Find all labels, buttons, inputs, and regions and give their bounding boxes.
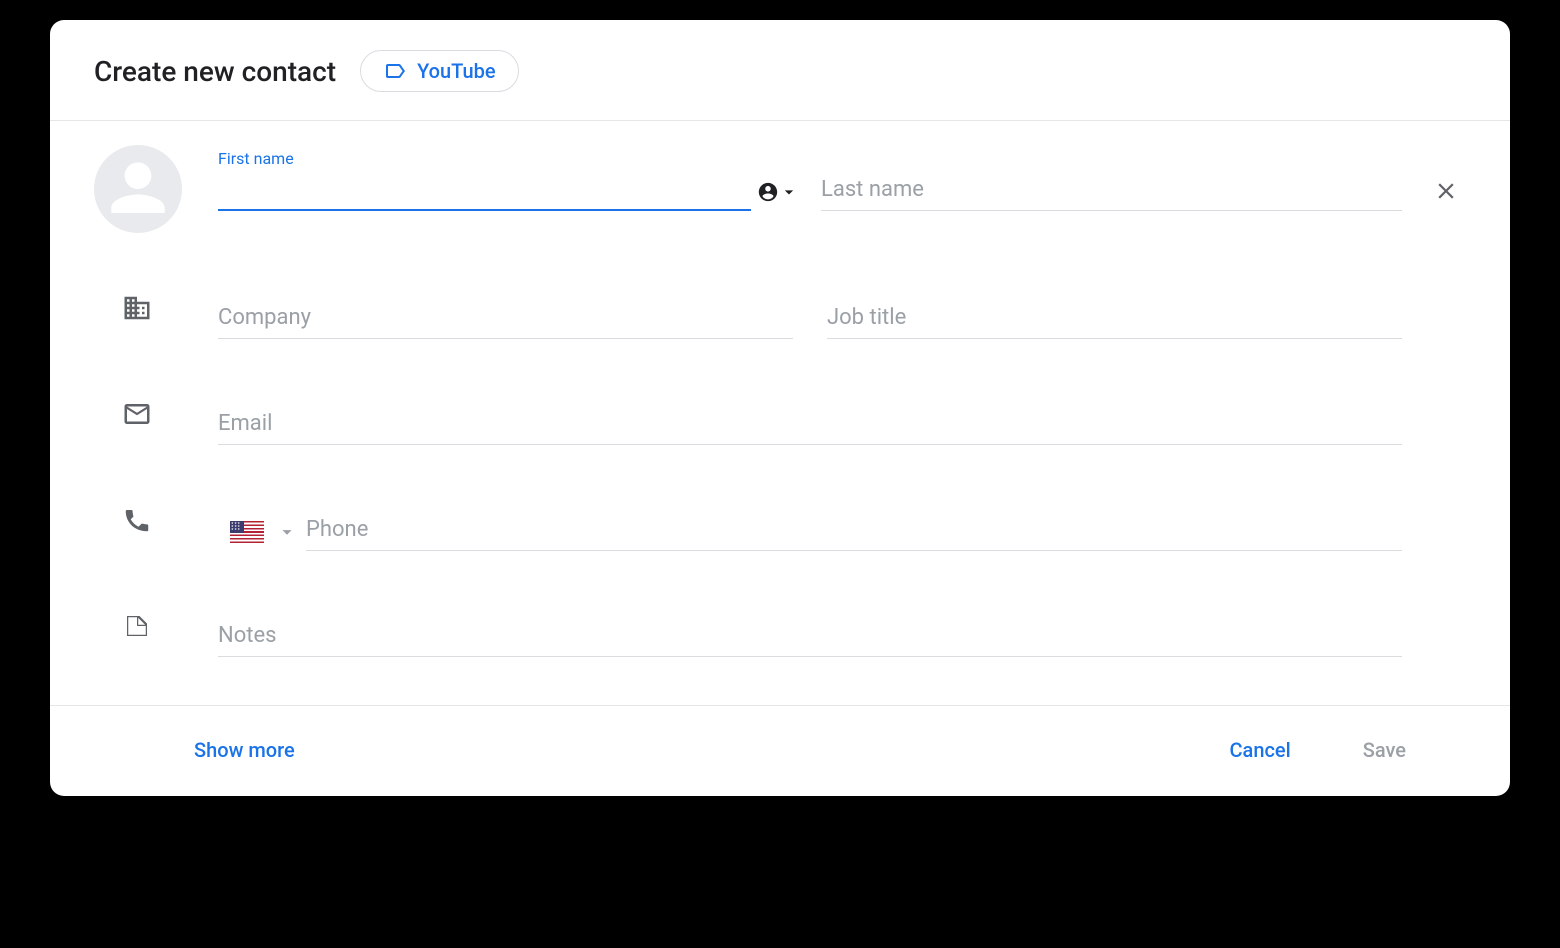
phone-icon-cell [94, 505, 194, 535]
label-chip-text: YouTube [417, 59, 496, 83]
dropdown-icon [276, 521, 298, 543]
avatar-cell [94, 149, 194, 233]
person-icon [106, 157, 170, 221]
job-title-input[interactable] [827, 299, 1402, 339]
avatar-button[interactable] [94, 145, 182, 233]
us-flag-icon: ★★★★★★★★★ [230, 521, 264, 543]
save-button[interactable]: Save [1351, 730, 1418, 770]
notes-input[interactable] [218, 617, 1402, 657]
clear-name-button[interactable] [1428, 173, 1464, 209]
label-chip[interactable]: YouTube [360, 50, 519, 92]
person-circle-icon [757, 181, 779, 203]
name-row: First name [94, 149, 1466, 233]
email-icon-cell [94, 399, 194, 429]
email-field-wrap [218, 405, 1402, 445]
dialog-header: Create new contact YouTube [50, 20, 1510, 121]
first-name-field-wrap: First name [218, 171, 751, 211]
phone-icon [122, 505, 152, 535]
note-icon [122, 611, 152, 641]
country-select[interactable]: ★★★★★★★★★ [218, 521, 306, 551]
first-name-label: First name [218, 149, 294, 168]
last-name-field-wrap [821, 171, 1402, 211]
notes-field-wrap [218, 617, 1402, 657]
dialog-body: First name [50, 121, 1510, 705]
create-contact-dialog: Create new contact YouTube First name [50, 20, 1510, 796]
email-icon [122, 399, 152, 429]
last-name-input[interactable] [821, 171, 1402, 211]
job-title-field-wrap [827, 299, 1402, 339]
company-icon-cell [94, 293, 194, 323]
dialog-footer: Show more Cancel Save [50, 705, 1510, 796]
company-field-wrap [218, 299, 793, 339]
label-icon [383, 59, 407, 83]
close-icon [1433, 178, 1459, 204]
phone-input[interactable] [306, 511, 1402, 551]
company-row [94, 277, 1466, 339]
dialog-title: Create new contact [94, 55, 336, 88]
email-row [94, 383, 1466, 445]
notes-row [94, 595, 1466, 657]
name-expand-button[interactable] [757, 181, 799, 211]
building-icon [122, 293, 152, 323]
company-input[interactable] [218, 299, 793, 339]
phone-field-wrap [306, 511, 1402, 551]
first-name-input[interactable] [218, 171, 751, 211]
notes-icon-cell [94, 611, 194, 641]
phone-row: ★★★★★★★★★ [94, 489, 1466, 551]
cancel-button[interactable]: Cancel [1218, 730, 1303, 770]
chevron-down-icon [779, 182, 799, 202]
email-input[interactable] [218, 405, 1402, 445]
show-more-button[interactable]: Show more [182, 730, 307, 770]
